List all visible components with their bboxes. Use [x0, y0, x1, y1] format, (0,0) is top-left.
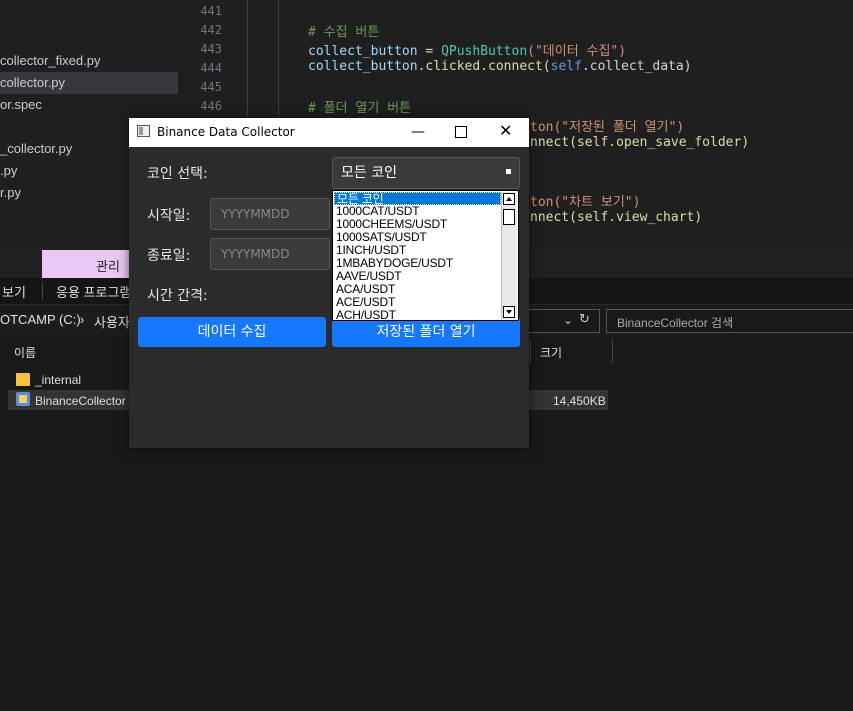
code-line: ton("차트 보기") [530, 195, 641, 210]
code-line: nnect(self.open_save_folder) [530, 135, 750, 150]
ribbon-app-tab[interactable]: 응용 프로그램 [56, 282, 131, 301]
code-line: collect_button = QPushButton("데이터 수집") [308, 44, 627, 59]
address-separator: › [80, 312, 85, 327]
line-number: 444 [200, 61, 222, 75]
column-name-header[interactable]: 이름 [14, 344, 36, 361]
app-icon [137, 125, 150, 137]
minimize-icon[interactable]: — [411, 124, 425, 140]
coin-dropdown-list[interactable]: 모든 코인 1000CAT/USDT 1000CHEEMS/USDT 1000S… [332, 190, 519, 321]
dialog-title: Binance Data Collector [157, 125, 295, 139]
file-size: 14,450KB [553, 394, 606, 408]
code-line: # 수집 버튼 [308, 25, 380, 40]
address-user[interactable]: 사용자 [94, 312, 130, 331]
coin-option[interactable]: ACH/USDT [334, 309, 503, 321]
code-line: nnect(self.view_chart) [530, 210, 703, 225]
file-item[interactable]: r.py [0, 182, 21, 204]
start-date-input[interactable]: YYYYMMDD [210, 198, 330, 230]
dropdown-scrollbar[interactable] [501, 192, 517, 319]
collect-data-button[interactable]: 데이터 수집 [138, 317, 326, 347]
open-save-folder-button[interactable]: 저장된 폴더 열기 [332, 317, 520, 347]
line-number: 441 [200, 4, 222, 18]
address-drive[interactable]: OTCAMP (C:) [0, 312, 81, 327]
line-number: 443 [200, 42, 222, 56]
file-item[interactable]: .py [0, 160, 17, 182]
dropdown-indicator-icon [506, 169, 511, 174]
file-item[interactable]: or.spec [0, 94, 42, 116]
ribbon-view-tab[interactable]: 보기 [2, 282, 26, 301]
interval-label: 시간 간격: [147, 288, 208, 304]
chevron-down-icon[interactable]: ⌄ [563, 313, 573, 327]
dialog-titlebar[interactable]: Binance Data Collector — ✕ [129, 118, 529, 147]
line-number: 446 [200, 99, 222, 113]
file-item-selected[interactable]: collector.py [0, 72, 178, 94]
file-list-item[interactable]: BinanceCollector [35, 394, 126, 408]
folder-icon [16, 371, 30, 387]
scroll-thumb[interactable] [503, 209, 515, 225]
scroll-up-button[interactable] [503, 193, 515, 205]
file-list-item[interactable]: _internal [35, 373, 81, 387]
refresh-icon[interactable]: ↻ [579, 312, 590, 327]
end-date-label: 종료일: [147, 248, 191, 264]
file-item[interactable]: collector_fixed.py [0, 50, 100, 72]
coin-select-combobox[interactable]: 모든 코인 [332, 157, 520, 189]
search-box[interactable]: BinanceCollector 검색 [606, 309, 853, 333]
close-icon[interactable]: ✕ [499, 121, 512, 140]
coin-selected-value: 모든 코인 [341, 165, 397, 181]
line-number: 442 [200, 23, 222, 37]
coin-select-label: 코인 선택: [147, 166, 208, 182]
start-date-label: 시작일: [147, 208, 191, 224]
maximize-icon[interactable] [455, 126, 467, 138]
code-line: ton("저장된 폴더 열기") [530, 120, 685, 135]
address-box-end[interactable]: ⌄ ↻ [520, 309, 600, 333]
line-number: 445 [200, 80, 222, 94]
end-date-input[interactable]: YYYYMMDD [210, 238, 330, 270]
column-size-header[interactable]: 크기 [540, 344, 562, 361]
scroll-down-button[interactable] [503, 306, 515, 318]
file-item[interactable]: _collector.py [0, 138, 72, 160]
code-line: collect_button.clicked.connect(self.coll… [308, 59, 692, 74]
ribbon-manage-label: 관리 [96, 259, 120, 274]
exe-icon [16, 392, 30, 406]
search-placeholder: BinanceCollector 검색 [617, 316, 734, 330]
code-line: # 폴더 열기 버튼 [308, 101, 412, 116]
